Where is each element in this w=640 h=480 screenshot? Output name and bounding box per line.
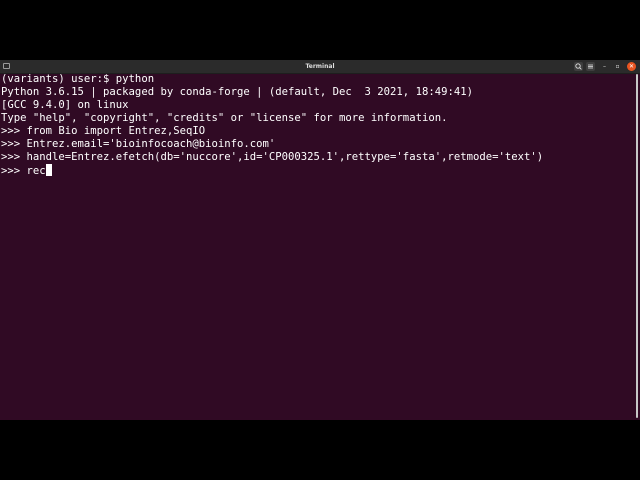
terminal-line-5: >>> from Bio import Entrez,SeqIO	[1, 125, 206, 137]
close-button[interactable]: ✕	[627, 62, 636, 71]
window-title: Terminal	[305, 63, 335, 70]
maximize-button[interactable]: ▫	[613, 62, 622, 71]
text-cursor	[45, 164, 52, 176]
terminal-line-7: >>> handle=Entrez.efetch(db='nuccore',id…	[1, 151, 544, 163]
terminal-line-1: (variants) user:$ python	[1, 73, 155, 85]
search-icon[interactable]	[574, 62, 583, 71]
terminal-output[interactable]: (variants) user:$ python Python 3.6.15 |…	[1, 73, 635, 420]
terminal-line-4: Type "help", "copyright", "credits" or "…	[1, 112, 448, 124]
titlebar: Terminal – ▫ ✕	[0, 60, 640, 74]
minimize-button[interactable]: –	[600, 62, 609, 71]
terminal-input-line[interactable]: >>> rec	[1, 164, 635, 177]
terminal-line-2: Python 3.6.15 | packaged by conda-forge …	[1, 86, 473, 98]
search-icon-glyph	[575, 63, 582, 70]
terminal-line-3: [GCC 9.4.0] on linux	[1, 99, 129, 111]
terminal-line-6: >>> Entrez.email='bioinfocoach@bioinfo.c…	[1, 138, 276, 150]
terminal-input-text: >>> rec	[1, 165, 46, 177]
menu-icon-glyph	[588, 64, 593, 69]
hamburger-menu-icon[interactable]	[586, 62, 595, 71]
terminal-window: Terminal – ▫ ✕ (variants) user:$ python …	[0, 60, 640, 420]
scrollbar[interactable]	[636, 74, 638, 418]
